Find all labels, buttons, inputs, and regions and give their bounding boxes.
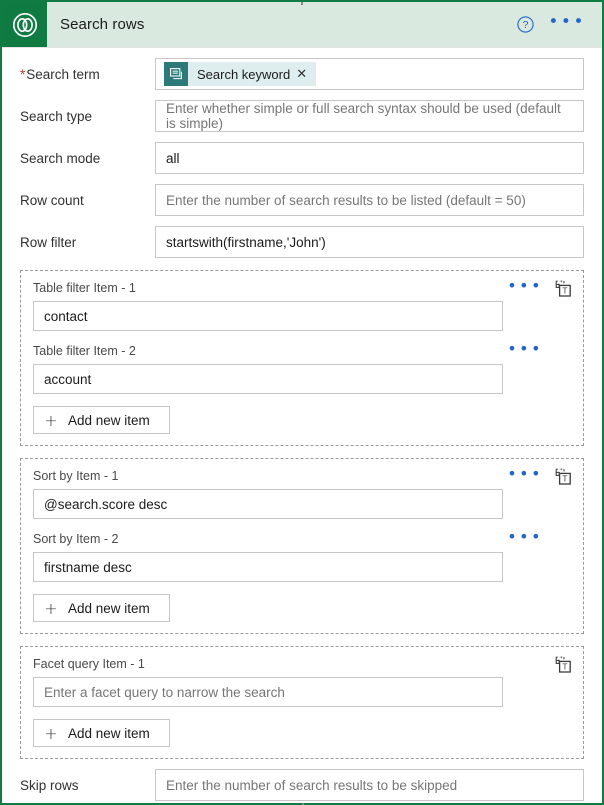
search-mode-input[interactable]: all xyxy=(155,142,584,174)
header-more-menu[interactable]: ••• xyxy=(548,13,586,33)
row-filter-input[interactable]: startswith(firstname,'John') xyxy=(155,226,584,258)
item-more-menu[interactable]: ••• xyxy=(507,528,543,546)
item-more-menu[interactable]: ••• xyxy=(507,465,543,483)
dynamic-content-token-icon xyxy=(164,62,188,86)
item-label: Table filter Item - 2 xyxy=(33,344,136,358)
label-search-mode: Search mode xyxy=(20,150,101,166)
label-search-type: Search type xyxy=(20,108,93,124)
table-filter-input-1[interactable]: contact xyxy=(33,301,503,331)
add-new-item-button-facet-query[interactable]: + Add new item xyxy=(33,719,170,747)
add-new-item-button-table-filter[interactable]: + Add new item xyxy=(33,406,170,434)
label-row-count: Row count xyxy=(20,192,84,208)
action-card: Search rows ? ••• *Search term Search ke… xyxy=(0,0,604,805)
table-filter-input-2[interactable]: account xyxy=(33,364,503,394)
help-circle-icon[interactable]: ? xyxy=(517,16,535,33)
card-header: Search rows ? ••• xyxy=(2,2,602,48)
field-row-search-type: Search type Enter whether simple or full… xyxy=(2,100,602,132)
dataverse-logo-icon xyxy=(2,2,47,47)
token-chip-remove-icon[interactable]: ✕ xyxy=(296,68,316,81)
list-item: Sort by Item - 2 ••• firstname desc xyxy=(33,528,571,582)
field-row-search-term: *Search term Search keyword ✕ xyxy=(2,58,602,90)
list-item: Sort by Item - 1 ••• T @search.score des… xyxy=(33,465,571,519)
item-header: Facet query Item - 1 T xyxy=(33,655,571,673)
svg-text:?: ? xyxy=(523,19,529,31)
svg-text:T: T xyxy=(562,473,567,483)
item-label: Facet query Item - 1 xyxy=(33,657,145,671)
item-delete-slot: T xyxy=(549,280,571,297)
delete-item-icon[interactable]: T xyxy=(555,468,571,485)
sort-by-input-1[interactable]: @search.score desc xyxy=(33,489,503,519)
list-item: Facet query Item - 1 T Enter a facet que… xyxy=(33,655,571,707)
label-row-filter: Row filter xyxy=(20,234,77,250)
search-type-input[interactable]: Enter whether simple or full search synt… xyxy=(155,100,584,132)
item-header: Table filter Item - 2 ••• xyxy=(33,340,571,360)
section-sort-by: Sort by Item - 1 ••• T @search.score des… xyxy=(20,458,584,634)
plus-icon: + xyxy=(44,410,58,430)
list-item: Table filter Item - 2 ••• account xyxy=(33,340,571,394)
add-new-item-button-sort-by[interactable]: + Add new item xyxy=(33,594,170,622)
item-header: Sort by Item - 1 ••• T xyxy=(33,465,571,485)
search-term-field: Search keyword ✕ xyxy=(155,58,584,90)
item-header: Sort by Item - 2 ••• xyxy=(33,528,571,548)
search-type-field: Enter whether simple or full search synt… xyxy=(155,100,584,132)
list-item: Table filter Item - 1 ••• T contact xyxy=(33,277,571,331)
section-facet-query: Facet query Item - 1 T Enter a facet que… xyxy=(20,646,584,759)
field-row-search-mode: Search mode all xyxy=(2,142,602,174)
item-header: Table filter Item - 1 ••• T xyxy=(33,277,571,297)
section-table-filter: Table filter Item - 1 ••• T contact Tabl… xyxy=(20,270,584,446)
row-count-input[interactable]: Enter the number of search results to be… xyxy=(155,184,584,216)
sort-by-input-2[interactable]: firstname desc xyxy=(33,552,503,582)
item-more-menu[interactable]: ••• xyxy=(507,340,543,358)
page-title: Search rows xyxy=(60,16,145,33)
label-text: Search term xyxy=(26,66,100,82)
svg-text:T: T xyxy=(562,285,567,295)
search-term-input[interactable]: Search keyword ✕ xyxy=(155,58,584,90)
item-label: Sort by Item - 1 xyxy=(33,469,119,483)
header-actions: ? ••• xyxy=(517,13,586,33)
item-more-menu[interactable]: ••• xyxy=(507,277,543,295)
field-row-skip-rows: Skip rows Enter the number of search res… xyxy=(2,769,602,801)
label-search-term: *Search term xyxy=(20,66,155,83)
field-row-row-filter: Row filter startswith(firstname,'John') xyxy=(2,226,602,258)
row-count-field: Enter the number of search results to be… xyxy=(155,184,584,216)
plus-icon: + xyxy=(44,723,58,743)
required-asterisk: * xyxy=(20,66,26,82)
facet-query-input-1[interactable]: Enter a facet query to narrow the search xyxy=(33,677,503,707)
skip-rows-input[interactable]: Enter the number of search results to be… xyxy=(155,769,584,801)
token-chip-label: Search keyword xyxy=(197,66,291,82)
svg-text:T: T xyxy=(562,661,567,671)
item-label: Table filter Item - 1 xyxy=(33,281,136,295)
add-new-item-label: Add new item xyxy=(68,600,150,616)
add-new-item-label: Add new item xyxy=(68,412,150,428)
row-filter-field: startswith(firstname,'John') xyxy=(155,226,584,258)
label-skip-rows: Skip rows xyxy=(20,777,79,793)
token-chip[interactable]: Search keyword ✕ xyxy=(164,62,317,86)
plus-icon: + xyxy=(44,598,58,618)
skip-rows-field: Enter the number of search results to be… xyxy=(155,769,584,801)
field-row-row-count: Row count Enter the number of search res… xyxy=(2,184,602,216)
delete-item-icon[interactable]: T xyxy=(555,656,571,673)
flow-connector-top xyxy=(301,2,303,5)
item-delete-slot: T xyxy=(549,656,571,673)
add-new-item-label: Add new item xyxy=(68,725,150,741)
item-delete-slot: T xyxy=(549,468,571,485)
delete-item-icon[interactable]: T xyxy=(555,280,571,297)
card-body: *Search term Search keyword ✕ Search typ… xyxy=(2,58,602,803)
search-mode-field: all xyxy=(155,142,584,174)
item-label: Sort by Item - 2 xyxy=(33,532,119,546)
